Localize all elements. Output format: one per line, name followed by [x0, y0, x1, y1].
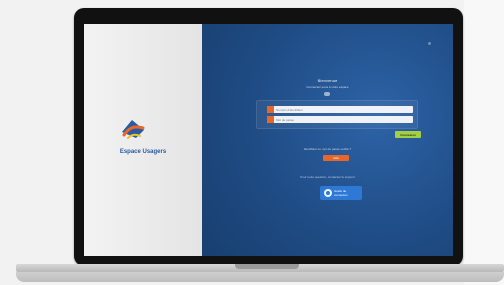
laptop-base-lip [235, 264, 299, 269]
username-input[interactable] [276, 106, 411, 113]
brand-block: Espace Usagers [106, 116, 180, 172]
login-stack: Bienvenue Connectez-vous à votre espace … [202, 78, 453, 248]
brand-logo-icon [122, 120, 145, 139]
login-card [256, 100, 418, 129]
decorative-indicator [324, 92, 330, 96]
user-icon [267, 106, 274, 113]
connection-guide-label: Guide de connexion [334, 189, 348, 197]
brand-label: Espace Usagers [119, 149, 167, 155]
laptop-screen: Espace Usagers Bienvenue Connectez-vous … [84, 24, 453, 256]
password-field[interactable] [267, 116, 413, 123]
laptop-base [16, 264, 504, 285]
help-action-button[interactable]: Aide [323, 155, 349, 161]
laptop-base-bottom [16, 272, 504, 282]
connection-guide-button[interactable]: Guide de connexion [320, 186, 362, 200]
username-field[interactable] [267, 106, 413, 113]
page-background [464, 0, 504, 285]
help-icon [324, 189, 332, 197]
page: Espace Usagers Bienvenue Connectez-vous … [0, 0, 504, 285]
support-text: Pour toute question, contactez le suppor… [300, 175, 355, 179]
forgot-credentials-text: Identifiant ou mot de passe oublié ? [303, 147, 352, 151]
login-subtitle: Connectez-vous à votre espace [306, 85, 349, 89]
connect-button[interactable]: Connexion [395, 131, 421, 138]
lock-icon [267, 116, 274, 123]
login-title: Bienvenue [317, 78, 338, 83]
status-dot [428, 42, 431, 45]
left-panel: Espace Usagers [84, 24, 203, 256]
password-input[interactable] [276, 116, 411, 123]
right-panel: Bienvenue Connectez-vous à votre espace … [202, 24, 453, 256]
